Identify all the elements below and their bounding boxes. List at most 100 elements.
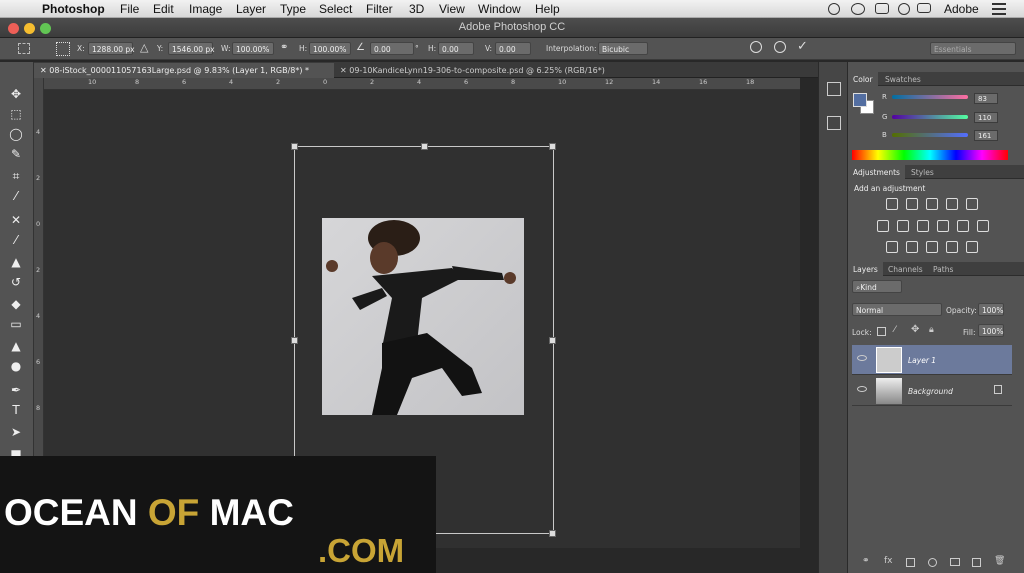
color-lookup-icon[interactable] bbox=[977, 220, 989, 232]
transform-handle[interactable] bbox=[549, 143, 556, 150]
eraser-tool-icon[interactable]: ◆ bbox=[8, 296, 24, 312]
width-field[interactable]: 100.00% bbox=[232, 42, 274, 55]
menu-3d[interactable]: 3D bbox=[409, 2, 424, 16]
path-selection-tool-icon[interactable]: ➤ bbox=[8, 424, 24, 440]
menu-help[interactable]: Help bbox=[535, 2, 560, 16]
close-tab-icon[interactable]: ✕ bbox=[40, 66, 49, 75]
move-tool-icon[interactable]: ✥ bbox=[8, 86, 24, 102]
exposure-icon[interactable] bbox=[946, 198, 958, 210]
history-panel-icon[interactable] bbox=[827, 82, 841, 96]
layer-name[interactable]: Background bbox=[908, 387, 953, 396]
tab-swatches[interactable]: Swatches bbox=[880, 72, 926, 86]
g-slider[interactable] bbox=[892, 115, 968, 119]
threshold-icon[interactable] bbox=[926, 241, 938, 253]
blur-tool-icon[interactable]: ▲ bbox=[8, 338, 24, 354]
crop-tool-icon[interactable]: ⌗ bbox=[8, 168, 24, 184]
lock-transparency-icon[interactable] bbox=[877, 327, 886, 336]
quick-selection-tool-icon[interactable]: ✎ bbox=[8, 146, 24, 162]
blend-mode-select[interactable]: Normal bbox=[852, 303, 942, 316]
commit-transform-icon[interactable]: ✓ bbox=[797, 39, 808, 54]
photo-filter-icon[interactable] bbox=[937, 220, 949, 232]
opacity-field[interactable]: 100% bbox=[978, 303, 1004, 316]
transform-tool-icon[interactable] bbox=[18, 43, 30, 54]
tab-channels[interactable]: Channels bbox=[883, 262, 928, 276]
tab-styles[interactable]: Styles bbox=[906, 165, 939, 179]
type-tool-icon[interactable]: T bbox=[8, 402, 24, 418]
menu-window[interactable]: Window bbox=[478, 2, 521, 16]
pen-tool-icon[interactable]: ✒ bbox=[8, 382, 24, 398]
warp-icon[interactable] bbox=[750, 41, 762, 53]
b-value[interactable]: 161 bbox=[974, 130, 998, 141]
properties-panel-icon[interactable] bbox=[827, 116, 841, 130]
menu-adobe[interactable]: Adobe bbox=[944, 2, 979, 16]
menu-view[interactable]: View bbox=[439, 2, 465, 16]
menu-filter[interactable]: Filter bbox=[366, 2, 393, 16]
r-slider[interactable] bbox=[892, 95, 968, 99]
hue-saturation-icon[interactable] bbox=[877, 220, 889, 232]
selective-color-icon[interactable] bbox=[966, 241, 978, 253]
vibrance-icon[interactable] bbox=[966, 198, 978, 210]
y-field[interactable]: 1546.00 px bbox=[168, 42, 215, 55]
brightness-icon[interactable] bbox=[886, 198, 898, 210]
display-icon[interactable] bbox=[917, 3, 931, 13]
curves-icon[interactable] bbox=[926, 198, 938, 210]
tab-adjustments[interactable]: Adjustments bbox=[848, 165, 905, 179]
clock-icon[interactable] bbox=[898, 3, 910, 15]
tab-paths[interactable]: Paths bbox=[928, 262, 958, 276]
interpolation-select[interactable]: Bicubic bbox=[598, 42, 648, 55]
menu-file[interactable]: File bbox=[120, 2, 139, 16]
color-balance-icon[interactable] bbox=[897, 220, 909, 232]
layer-row-background[interactable]: Background bbox=[852, 376, 1012, 406]
posterize-icon[interactable] bbox=[906, 241, 918, 253]
fx-icon[interactable]: fx bbox=[884, 556, 893, 566]
adjustment-layer-icon[interactable] bbox=[928, 558, 937, 567]
menu-select[interactable]: Select bbox=[319, 2, 352, 16]
layer-filter-kind[interactable]: ⌕Kind bbox=[852, 280, 902, 293]
black-white-icon[interactable] bbox=[917, 220, 929, 232]
transform-handle[interactable] bbox=[421, 143, 428, 150]
dodge-tool-icon[interactable]: ● bbox=[8, 358, 24, 374]
visibility-eye-icon[interactable] bbox=[857, 386, 867, 392]
visibility-eye-icon[interactable] bbox=[857, 355, 867, 361]
eyedropper-tool-icon[interactable]: ⁄ bbox=[8, 188, 24, 204]
fill-field[interactable]: 100% bbox=[978, 324, 1004, 337]
menu-app-name[interactable]: Photoshop bbox=[42, 2, 105, 16]
v-skew-field[interactable]: 0.00 bbox=[495, 42, 531, 55]
brush-tool-icon[interactable]: ⁄ bbox=[8, 232, 24, 248]
tab-document-1[interactable]: ✕ 08-iStock_000011057163Large.psd @ 9.83… bbox=[34, 63, 334, 78]
mask-icon[interactable] bbox=[906, 558, 915, 567]
lock-all-icon[interactable]: 🔒︎ bbox=[929, 325, 934, 335]
layer-row-layer-1[interactable]: Layer 1 bbox=[852, 345, 1012, 375]
link-layers-icon[interactable]: ⚭ bbox=[862, 556, 870, 566]
menu-image[interactable]: Image bbox=[189, 2, 222, 16]
cancel-transform-icon[interactable] bbox=[774, 41, 786, 53]
gradient-map-icon[interactable] bbox=[946, 241, 958, 253]
x-field[interactable]: 1288.00 px bbox=[88, 42, 135, 55]
folder-icon[interactable] bbox=[950, 558, 960, 566]
tab-color[interactable]: Color bbox=[848, 72, 878, 86]
b-slider[interactable] bbox=[892, 133, 968, 137]
close-tab-icon[interactable]: ✕ bbox=[340, 66, 349, 75]
invert-icon[interactable] bbox=[886, 241, 898, 253]
reference-point-icon[interactable] bbox=[56, 42, 70, 56]
transform-handle[interactable] bbox=[549, 337, 556, 344]
camera-icon[interactable] bbox=[875, 3, 889, 14]
height-field[interactable]: 100.00% bbox=[309, 42, 351, 55]
transform-handle[interactable] bbox=[291, 143, 298, 150]
sync-icon[interactable] bbox=[851, 3, 865, 15]
link-icon[interactable]: ⚭ bbox=[280, 42, 288, 53]
g-value[interactable]: 110 bbox=[974, 112, 998, 123]
lock-pixels-icon[interactable]: ⁄ bbox=[894, 325, 896, 335]
tab-document-2[interactable]: ✕ 09-10KandiceLynn19-306-to-composite.ps… bbox=[334, 63, 674, 78]
transform-handle[interactable] bbox=[291, 337, 298, 344]
trash-icon[interactable]: 🗑︎ bbox=[994, 556, 1005, 566]
lasso-tool-icon[interactable]: ◯ bbox=[8, 126, 24, 142]
transform-handle[interactable] bbox=[549, 530, 556, 537]
stamp-tool-icon[interactable]: ▲ bbox=[8, 254, 24, 270]
menu-type[interactable]: Type bbox=[280, 2, 306, 16]
menu-edit[interactable]: Edit bbox=[153, 2, 174, 16]
channel-mixer-icon[interactable] bbox=[957, 220, 969, 232]
creative-cloud-icon[interactable] bbox=[828, 3, 840, 15]
gradient-tool-icon[interactable]: ▭ bbox=[8, 316, 24, 332]
list-icon[interactable] bbox=[992, 3, 1006, 15]
